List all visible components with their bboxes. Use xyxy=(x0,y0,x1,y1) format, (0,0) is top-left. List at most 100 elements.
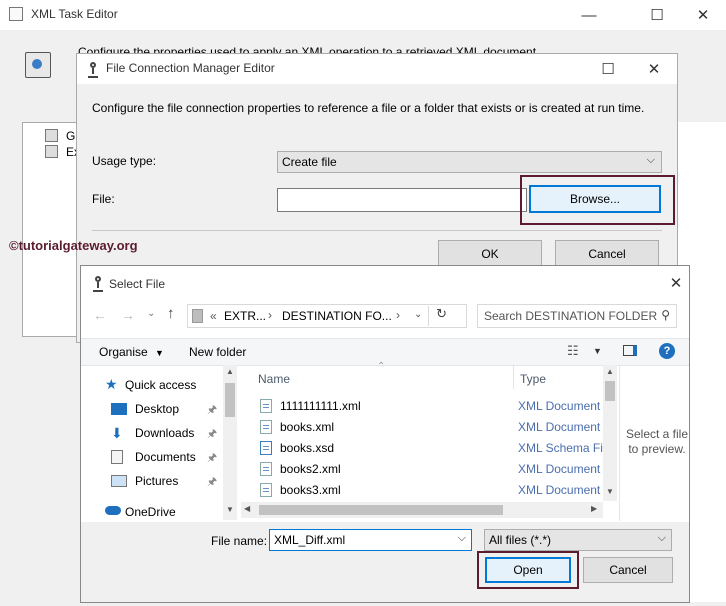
breadcrumb-segment-2[interactable]: DESTINATION FO... xyxy=(282,309,392,323)
forward-arrow-icon[interactable]: → xyxy=(121,307,135,323)
fcm-title-icon xyxy=(88,62,98,78)
xml-file-icon xyxy=(260,462,272,476)
fcm-cancel-button[interactable]: Cancel xyxy=(555,240,659,268)
nav-item-documents[interactable]: Documents 🖈 xyxy=(81,446,231,468)
nav-item-label: Quick access xyxy=(125,378,197,392)
cloud-icon xyxy=(105,506,121,515)
address-dropdown-icon[interactable]: ⌄ xyxy=(414,309,422,320)
organise-menu[interactable]: Organise ▼ xyxy=(99,345,164,359)
xml-file-icon xyxy=(260,420,272,434)
documents-icon xyxy=(111,450,123,464)
file-name: books.xsd xyxy=(280,441,335,455)
file-list-vscroll[interactable]: ▲ ▼ xyxy=(603,365,617,501)
file-type: XML Document xyxy=(518,462,601,476)
file-type-filter-select[interactable]: All files (*.*) ⌵ xyxy=(484,529,672,551)
file-path-input[interactable] xyxy=(277,188,527,212)
navigation-scrollbar[interactable]: ▲ ▼ xyxy=(223,365,237,520)
xml-task-editor-title: XML Task Editor xyxy=(31,7,118,21)
preview-pane-icon[interactable] xyxy=(623,345,637,356)
fcm-titlebar: File Connection Manager Editor ☐ ✕ xyxy=(77,54,677,84)
fcm-maximize-button[interactable]: ☐ xyxy=(585,54,631,84)
tree-item-label: G xyxy=(66,129,76,143)
file-type: XML Schema Fil xyxy=(518,441,606,455)
chevron-down-icon: ⌵ xyxy=(646,154,655,166)
recent-locations-chevron-icon[interactable]: ⌄ xyxy=(147,308,155,319)
file-row[interactable]: books.xml XML Document xyxy=(258,417,628,438)
breadcrumb-separator-icon: › xyxy=(396,308,400,322)
breadcrumb-prefix: « xyxy=(210,309,217,323)
file-name: books3.xml xyxy=(280,483,341,497)
scroll-up-icon[interactable]: ▲ xyxy=(226,367,234,376)
search-input-box[interactable]: Search DESTINATION FOLDER ⚲ xyxy=(477,304,677,328)
xml-task-tree-panel: G Ex xyxy=(22,122,82,337)
breadcrumb-segment-1[interactable]: EXTR... xyxy=(224,309,266,323)
xml-task-header-icon xyxy=(22,48,54,78)
nav-item-onedrive[interactable]: OneDrive xyxy=(81,501,231,521)
file-row[interactable]: books3.xml XML Document xyxy=(258,480,628,501)
file-row[interactable]: books2.xml XML Document xyxy=(258,459,628,480)
search-input: Search DESTINATION FOLDER xyxy=(484,309,658,323)
chevron-down-icon: ▼ xyxy=(155,348,164,358)
nav-item-label: OneDrive xyxy=(125,505,176,519)
scroll-down-icon[interactable]: ▼ xyxy=(226,505,234,514)
browse-highlight-box xyxy=(520,175,675,225)
select-file-cancel-button[interactable]: Cancel xyxy=(583,557,673,583)
chevron-down-icon[interactable]: ▼ xyxy=(593,346,602,356)
bottom-bar: File name: XML_Diff.xml ⌵ All files (*.*… xyxy=(81,522,689,602)
pin-icon: 🖈 xyxy=(207,452,218,464)
file-list: ⌃ Name Type 1111111111.xml XML Document … xyxy=(241,361,619,521)
file-list-hscroll[interactable]: ◀ ▶ xyxy=(241,502,603,518)
nav-item-quick-access[interactable]: ★ Quick access xyxy=(81,374,231,396)
scroll-down-icon[interactable]: ▼ xyxy=(606,487,614,496)
file-type-filter-value: All files (*.*) xyxy=(489,533,552,547)
filename-combobox[interactable]: XML_Diff.xml ⌵ xyxy=(269,529,472,551)
nav-item-downloads[interactable]: ⬇ Downloads 🖈 xyxy=(81,422,231,444)
file-row[interactable]: books.xsd XML Schema Fil xyxy=(258,438,628,459)
up-arrow-icon[interactable]: ↑ xyxy=(167,305,175,322)
nav-item-label: Documents xyxy=(135,450,196,464)
address-bar[interactable]: « EXTR... › DESTINATION FO... › ⌄ ↻ xyxy=(187,304,467,328)
file-row[interactable]: 1111111111.xml XML Document xyxy=(258,396,628,417)
back-arrow-icon[interactable]: ← xyxy=(93,307,107,323)
scroll-up-icon[interactable]: ▲ xyxy=(606,367,614,376)
column-header-type[interactable]: Type xyxy=(520,372,546,386)
file-label: File: xyxy=(92,192,115,206)
scrollbar-thumb[interactable] xyxy=(259,505,503,515)
breadcrumb-separator-icon: › xyxy=(268,308,272,322)
file-type: XML Document xyxy=(518,420,601,434)
usage-type-select[interactable]: Create file ⌵ xyxy=(277,151,662,173)
scroll-left-icon[interactable]: ◀ xyxy=(244,504,250,513)
xsd-file-icon xyxy=(260,441,272,455)
nav-item-label: Desktop xyxy=(135,402,180,416)
column-divider xyxy=(513,365,514,389)
maximize-button[interactable]: ☐ xyxy=(634,0,680,30)
preview-text: Select a file to preview. xyxy=(625,427,689,456)
pictures-icon xyxy=(111,475,127,487)
file-type: XML Document xyxy=(518,399,601,413)
select-file-close-button[interactable]: ✕ xyxy=(653,268,699,298)
select-file-title-icon xyxy=(93,276,103,292)
refresh-icon[interactable]: ↻ xyxy=(428,306,447,326)
nav-item-pictures[interactable]: Pictures 🖈 xyxy=(81,470,231,492)
preview-pane: Select a file to preview. xyxy=(619,365,690,521)
ok-button[interactable]: OK xyxy=(438,240,542,268)
pin-icon: 🖈 xyxy=(207,428,218,440)
xml-file-icon xyxy=(260,483,272,497)
star-icon: ★ xyxy=(105,376,118,392)
minimize-button[interactable]: — xyxy=(566,0,612,30)
watermark-text: ©tutorialgateway.org xyxy=(9,238,138,253)
nav-item-desktop[interactable]: Desktop 🖈 xyxy=(81,398,231,420)
help-icon[interactable]: ? xyxy=(659,343,675,359)
file-name: 1111111111.xml xyxy=(280,399,361,413)
file-type: XML Document xyxy=(518,483,601,497)
select-file-titlebar: Select File ✕ xyxy=(81,266,689,300)
new-folder-button[interactable]: New folder xyxy=(189,345,246,359)
fcm-close-button[interactable]: ✕ xyxy=(631,54,677,84)
scrollbar-thumb[interactable] xyxy=(605,381,615,401)
close-button[interactable]: ✕ xyxy=(680,0,726,30)
view-options-icon[interactable]: ☷ xyxy=(567,343,579,359)
scroll-right-icon[interactable]: ▶ xyxy=(591,504,597,513)
scrollbar-thumb[interactable] xyxy=(225,383,235,417)
chevron-down-icon[interactable]: ⌵ xyxy=(458,532,466,545)
column-header-name[interactable]: Name xyxy=(258,372,290,386)
